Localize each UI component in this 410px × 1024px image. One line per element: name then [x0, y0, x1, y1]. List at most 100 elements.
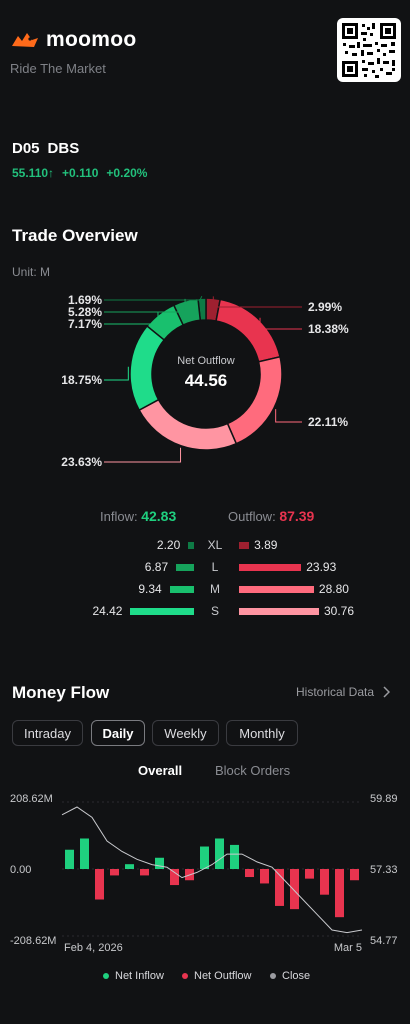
flow-bar-6	[155, 857, 164, 869]
outflow-value-xl: 3.89	[254, 538, 278, 552]
qr-code-icon	[342, 23, 396, 78]
close-dot-icon	[270, 973, 276, 979]
inflow-value-s: 24.42	[92, 604, 123, 618]
leader-line-outflow-s	[104, 447, 182, 463]
inflow-bar-s	[130, 608, 194, 615]
tab-daily[interactable]: Daily	[91, 720, 145, 746]
outflow-label: Outflow:	[228, 509, 276, 524]
money-flow-chart: 208.62M 0.00 -208.62M 59.89 57.33 54.77 Feb 4,…	[10, 793, 398, 954]
stock-price: 55.110↑	[12, 166, 55, 180]
legend-net-inflow-label: Net Inflow	[115, 970, 164, 982]
donut-center-value: 44.56	[185, 371, 228, 390]
flow-bar-19	[350, 869, 359, 881]
leader-line-inflow-xl	[104, 295, 203, 301]
y-left-tick-bottom: -208.62M	[10, 935, 56, 947]
net-inflow-dot-icon	[103, 973, 109, 979]
money-flow-title: Money Flow	[12, 683, 110, 702]
outflow-bar-l	[239, 564, 302, 571]
legend-net-outflow: Net Outflow	[182, 970, 251, 982]
leader-line-outflow-m	[275, 409, 302, 423]
close-price-line	[61, 806, 363, 934]
y-right-tick-bottom: 54.77	[370, 935, 398, 947]
inflow-bar-l	[176, 564, 194, 571]
outflow-value-l: 23.93	[306, 560, 337, 574]
flow-bar-2	[95, 869, 104, 900]
flow-bar-0	[65, 849, 74, 869]
up-arrow-icon: ↑	[48, 166, 55, 180]
inflow-value-l: 6.87	[144, 560, 169, 574]
outflow-value-m: 28.80	[318, 582, 349, 596]
brand-tagline: Ride The Market	[10, 61, 106, 76]
legend-close: Close	[270, 970, 310, 982]
leader-line-inflow-s	[104, 366, 129, 381]
legend-net-outflow-label: Net Outflow	[194, 970, 252, 982]
flow-bar-5	[140, 869, 149, 876]
donut-label-inflow-m: 7.17%	[68, 317, 102, 331]
stock-code: D05	[12, 140, 40, 157]
size-label-s: S	[210, 604, 219, 618]
flow-bar-9	[200, 846, 209, 869]
brand-name: moomoo	[46, 28, 137, 51]
unit-label: Unit: M	[12, 265, 51, 279]
flow-bar-4	[125, 864, 134, 869]
flow-bar-17	[320, 869, 329, 895]
chevron-right-icon	[383, 686, 391, 698]
subtab-overall[interactable]: Overall	[138, 763, 182, 778]
donut-label-outflow-xl: 2.99%	[308, 300, 342, 314]
size-label-l: L	[211, 560, 219, 574]
subtab-block-orders[interactable]: Block Orders	[215, 763, 290, 778]
flow-bar-1	[80, 838, 89, 869]
inflow-value-m: 9.34	[138, 582, 162, 596]
donut-label-outflow-s: 23.63%	[61, 455, 102, 469]
y-left-tick-top: 208.62M	[10, 793, 53, 805]
inflow-summary: Inflow: 42.83	[100, 508, 176, 524]
flow-bar-18	[335, 869, 344, 918]
outflow-bar-xl	[239, 542, 250, 549]
donut-label-outflow-l: 18.38%	[308, 322, 349, 336]
outflow-value-s: 30.76	[324, 604, 355, 618]
stock-header: D05 DBS	[12, 140, 87, 157]
donut-slice-outflow-m	[226, 355, 283, 445]
flow-bar-15	[290, 869, 299, 910]
outflow-bar-s	[239, 608, 319, 615]
inflow-value-xl: 2.20	[156, 538, 181, 552]
flow-bar-3	[110, 869, 119, 876]
x-tick-end: Mar 5	[334, 942, 362, 954]
legend-net-inflow: Net Inflow	[103, 970, 164, 982]
inflow-bar-m	[169, 586, 194, 593]
inflow-label: Inflow:	[100, 509, 138, 524]
donut-slice-outflow-s	[138, 398, 238, 451]
stock-name: DBS	[47, 140, 80, 157]
moomoo-logo-icon	[12, 33, 38, 47]
flow-bar-12	[245, 869, 254, 878]
donut-center-label: Net Outflow	[177, 355, 235, 367]
y-right-tick-top: 59.89	[370, 793, 398, 805]
flow-bar-11	[230, 844, 239, 869]
inflow-value: 42.83	[141, 508, 177, 524]
flow-bar-7	[170, 869, 179, 886]
donut-slice-inflow-s	[129, 325, 166, 412]
historical-data-link[interactable]: Historical Data	[296, 685, 391, 699]
net-outflow-dot-icon	[182, 973, 188, 979]
tab-monthly[interactable]: Monthly	[226, 720, 298, 746]
y-right-tick-mid: 57.33	[370, 864, 398, 876]
stock-change-pct: +0.20%	[106, 166, 148, 180]
donut-label-inflow-s: 18.75%	[61, 373, 102, 387]
brand-logo: moomoo	[10, 28, 136, 52]
trade-overview-donut-chart: 2.99%18.38%22.11%23.63%1.69%5.28%7.17%18…	[61, 293, 349, 469]
qr-code[interactable]	[337, 18, 401, 82]
tab-intraday[interactable]: Intraday	[12, 720, 83, 746]
legend-close-label: Close	[282, 970, 311, 982]
size-label-xl: XL	[207, 538, 223, 552]
stock-quote: 55.110↑ +0.110 +0.20%	[12, 166, 155, 180]
flow-bar-10	[215, 838, 224, 869]
flow-bar-13	[260, 869, 269, 884]
x-tick-start: Feb 4, 2026	[64, 942, 123, 954]
historical-data-label: Historical Data	[296, 685, 375, 699]
outflow-bar-m	[239, 586, 314, 593]
outflow-value: 87.39	[279, 508, 315, 524]
stock-change: +0.110	[62, 166, 99, 180]
inflow-bar-xl	[188, 542, 194, 549]
flow-bar-16	[305, 869, 314, 879]
tab-weekly[interactable]: Weekly	[152, 720, 219, 746]
